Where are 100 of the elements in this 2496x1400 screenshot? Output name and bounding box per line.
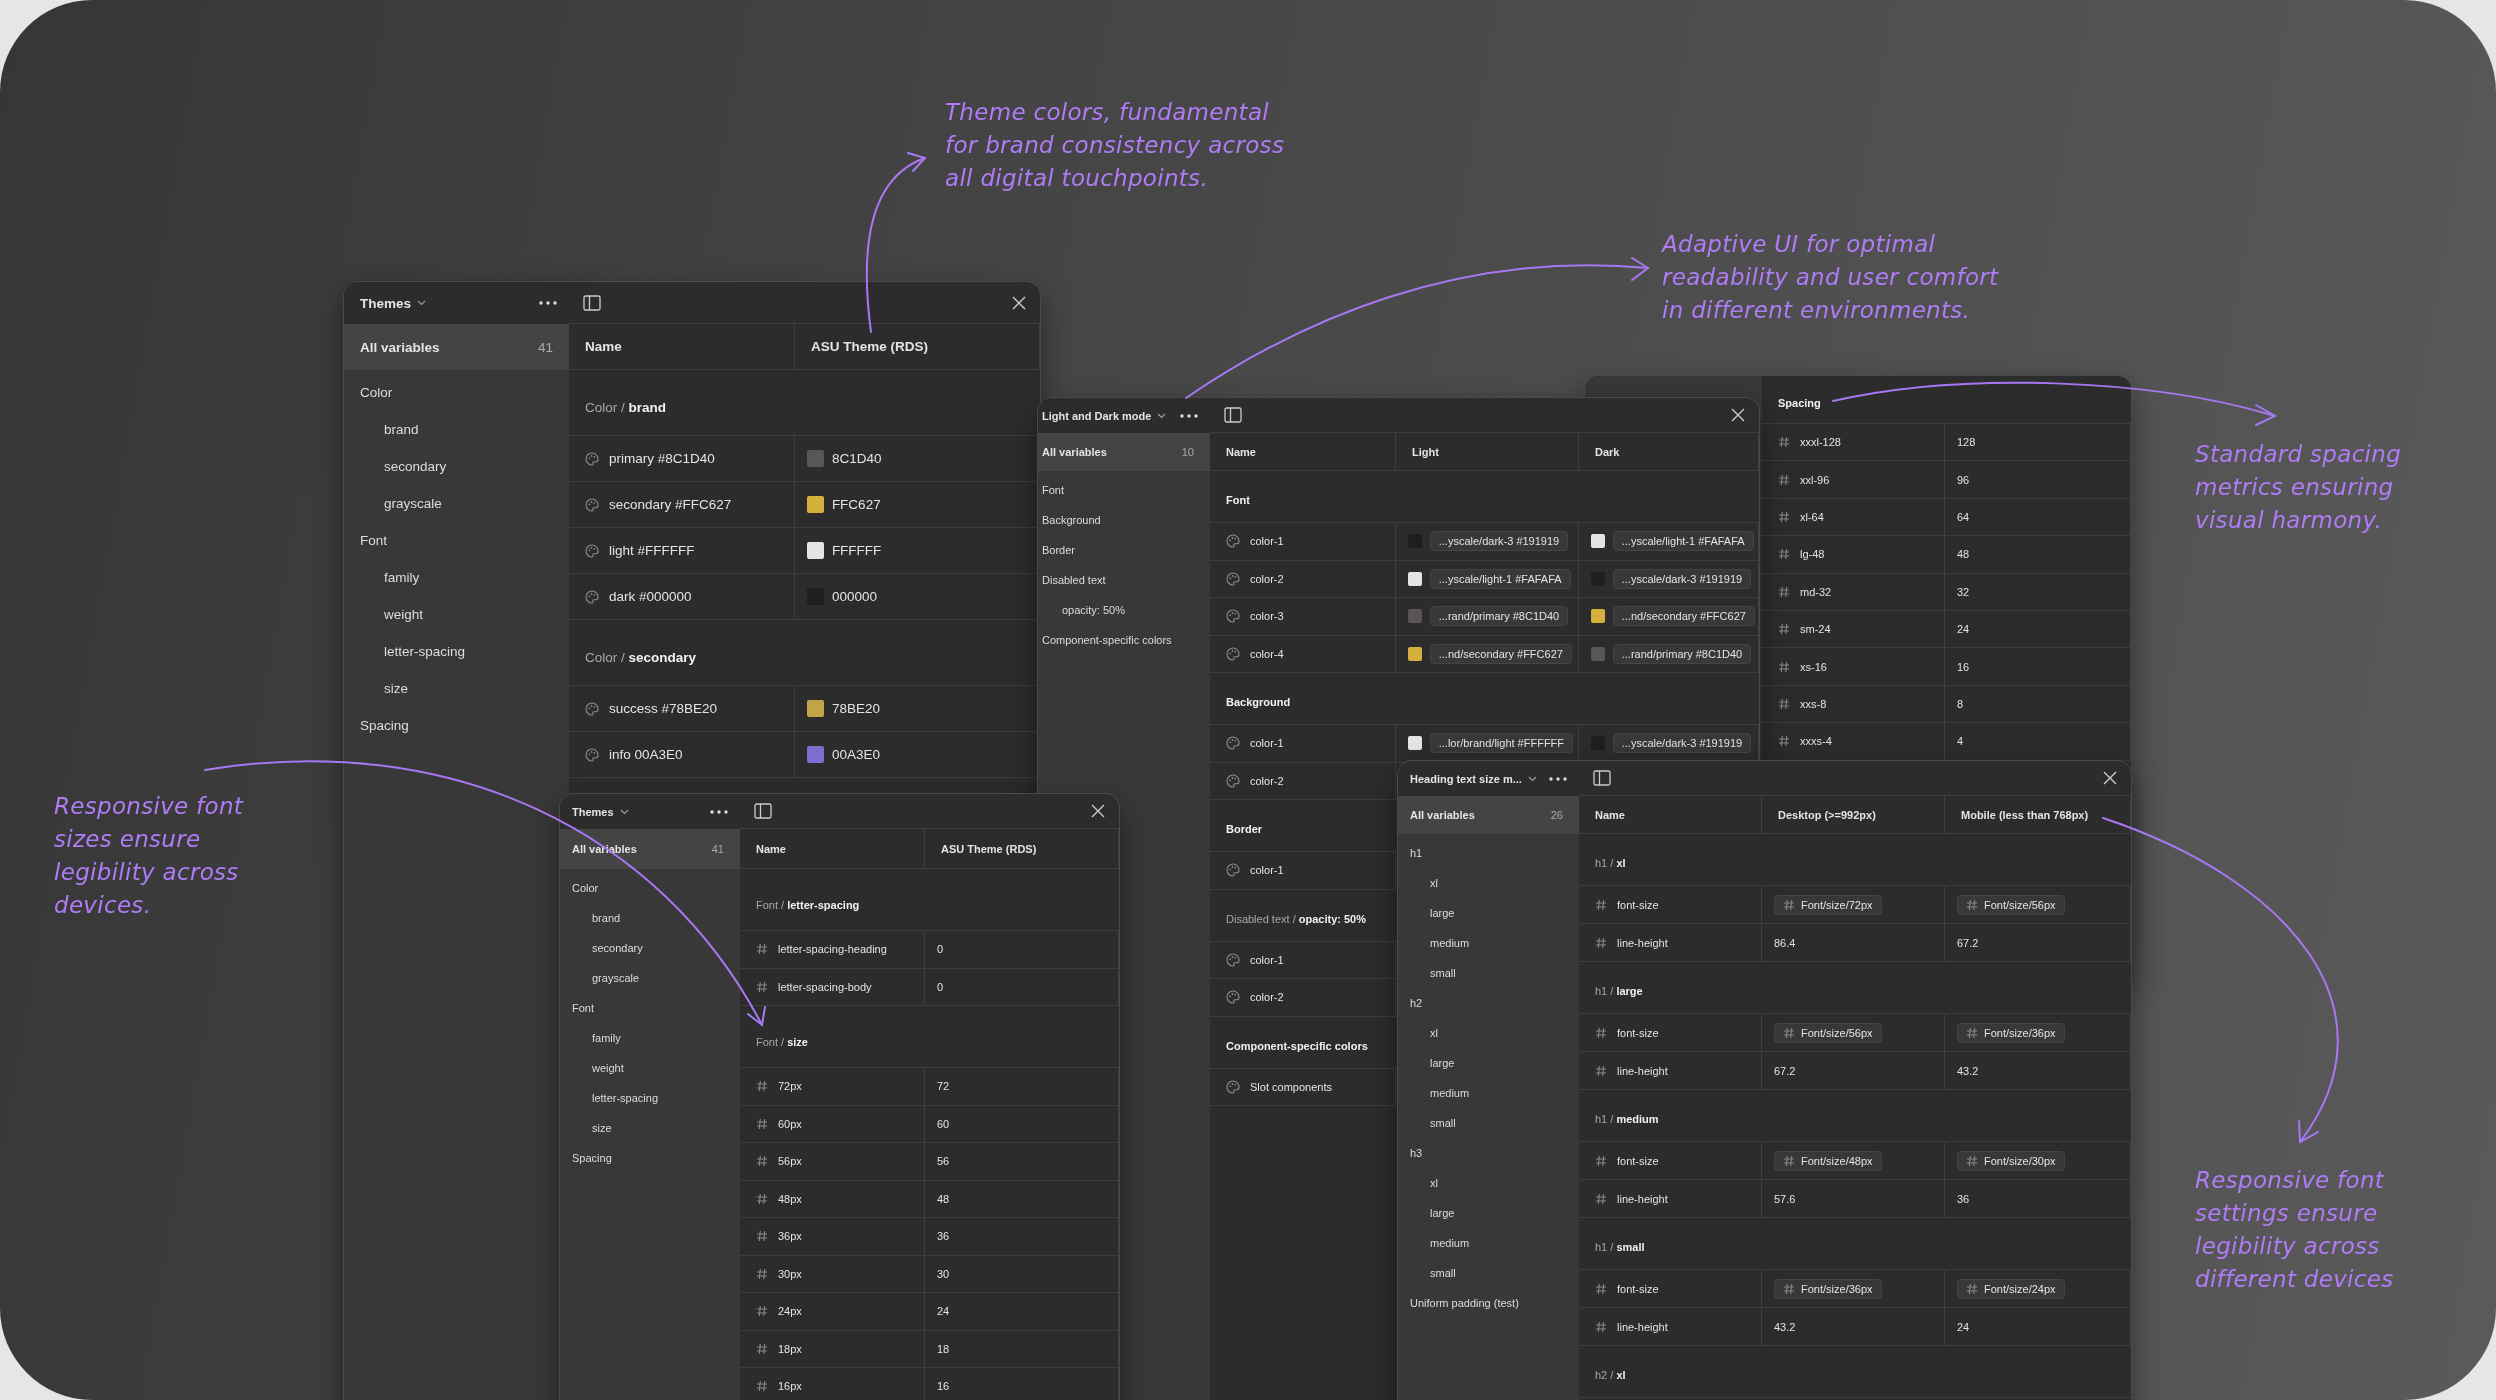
alias-chip[interactable]: ...nd/secondary #FFC627 [1612, 606, 1755, 627]
chevron-icon[interactable] [1157, 412, 1167, 419]
palette-icon [1226, 646, 1240, 661]
sidebar-item[interactable]: xl [1430, 1027, 1438, 1039]
alias-chip[interactable]: ...nd/secondary #FFC627 [1429, 643, 1572, 664]
sidebar-item[interactable]: Border [1042, 544, 1076, 556]
sidebar-item[interactable]: grayscale [384, 496, 442, 511]
variable-value: FFFFFF [831, 543, 882, 558]
variable-name: line-height [1617, 1320, 1668, 1333]
sidebar-item[interactable]: large [1430, 907, 1455, 919]
variable-value: 0 [937, 943, 944, 956]
sidebar-item[interactable]: Background [1042, 514, 1101, 526]
close-icon[interactable] [1731, 408, 1745, 422]
section-title: Disabled text / opacity: 50% [1226, 912, 1366, 925]
sidebar-item[interactable]: h1 [1410, 847, 1423, 859]
alias-chip[interactable]: Font/size/48px [1774, 1150, 1882, 1171]
sidebar-item[interactable]: Font [360, 533, 387, 548]
sidebar-item[interactable]: letter-spacing [592, 1092, 659, 1104]
sidebar-item[interactable]: weight [384, 607, 424, 622]
sidebar-item[interactable]: small [1430, 1117, 1456, 1129]
section-title: h1 / xl [1595, 857, 1626, 870]
sidebar-item[interactable]: large [1430, 1057, 1455, 1069]
sidebar-item[interactable]: xl [1430, 1177, 1438, 1189]
more-icon[interactable] [710, 809, 728, 814]
chevron-icon[interactable] [417, 300, 427, 306]
sidebar-item[interactable]: medium [1430, 1087, 1470, 1099]
alias-chip[interactable]: Font/size/72px [1774, 894, 1882, 915]
sidebar-item[interactable]: letter-spacing [384, 644, 466, 659]
variable-value: 43.2 [1957, 1064, 1979, 1077]
section-title: h2 / xl [1595, 1369, 1626, 1382]
palette-icon [585, 543, 599, 558]
sidebar-item[interactable]: small [1430, 967, 1456, 979]
close-icon[interactable] [1012, 295, 1026, 310]
collection-name[interactable]: Themes [360, 295, 412, 311]
sidebar-item[interactable]: Uniform padding (test) [1410, 1297, 1519, 1309]
sidebar-item[interactable]: opacity: 50% [1062, 604, 1125, 616]
alias-chip[interactable]: ...rand/primary #8C1D40 [1612, 643, 1752, 664]
more-icon[interactable] [539, 301, 557, 305]
close-icon[interactable] [2103, 771, 2117, 785]
sidebar-item[interactable]: Color [572, 882, 599, 894]
sidebar-item[interactable]: family [592, 1032, 621, 1044]
variable-name: sm-24 [1800, 623, 1831, 636]
sidebar-toggle-icon[interactable] [583, 294, 601, 311]
sidebar-item[interactable]: brand [592, 912, 621, 924]
alias-chip[interactable]: ...yscale/dark-3 #191919 [1612, 733, 1752, 754]
alias-chip[interactable]: ...lor/brand/light #FFFFFF [1429, 733, 1574, 754]
chevron-icon[interactable] [1527, 775, 1537, 782]
alias-chip[interactable]: Font/size/30px [1957, 1150, 2065, 1171]
all-variables-item[interactable]: All variables 41 [344, 324, 569, 370]
sidebar-item[interactable]: secondary [384, 459, 447, 474]
sidebar-item[interactable]: medium [1430, 1237, 1470, 1249]
sidebar-item[interactable]: xl [1430, 877, 1438, 889]
sidebar-item[interactable]: Font [572, 1002, 594, 1014]
alias-chip[interactable]: ...yscale/dark-3 #191919 [1429, 531, 1569, 552]
alias-chip[interactable]: ...yscale/dark-3 #191919 [1612, 568, 1752, 589]
all-variables-item[interactable]: All variables 26 [1398, 796, 1579, 834]
alias-chip[interactable]: Font/size/56px [1957, 894, 2065, 915]
variable-value: 00A3E0 [831, 747, 880, 762]
variable-value: 48 [937, 1192, 950, 1205]
all-variables-item[interactable]: All variables 10 [1038, 433, 1210, 471]
sidebar-item[interactable]: large [1430, 1207, 1455, 1219]
sidebar-item[interactable]: Component-specific colors [1042, 634, 1172, 646]
section-title: Background [1226, 696, 1291, 709]
sidebar-item[interactable]: h3 [1410, 1147, 1423, 1159]
alias-chip[interactable]: ...rand/primary #8C1D40 [1429, 606, 1569, 627]
alias-chip[interactable]: Font/size/36px [1774, 1278, 1882, 1299]
sidebar-toggle-icon[interactable] [1593, 770, 1611, 786]
sidebar-item[interactable]: small [1430, 1267, 1456, 1279]
more-icon[interactable] [1549, 776, 1567, 781]
sidebar-toggle-icon[interactable] [754, 803, 772, 819]
hash-icon [756, 1117, 768, 1130]
collection-name[interactable]: Themes [572, 805, 614, 818]
sidebar-item[interactable]: Font [1042, 484, 1064, 496]
sidebar-item[interactable]: medium [1430, 937, 1470, 949]
sidebar-item[interactable]: Disabled text [1042, 574, 1106, 586]
sidebar-item[interactable]: weight [592, 1062, 624, 1074]
close-icon[interactable] [1091, 804, 1105, 818]
alias-chip[interactable]: ...yscale/light-1 #FAFAFA [1429, 568, 1571, 589]
alias-chip[interactable]: ...yscale/light-1 #FAFAFA [1612, 531, 1754, 552]
section-title: Spacing [1778, 396, 1821, 409]
sidebar-item[interactable]: grayscale [592, 972, 640, 984]
sidebar-toggle-icon[interactable] [1224, 407, 1242, 423]
variable-value: 16 [937, 1380, 950, 1393]
more-icon[interactable] [1180, 413, 1198, 418]
sidebar-item[interactable]: Color [360, 385, 393, 400]
sidebar-item[interactable]: size [592, 1122, 612, 1134]
sidebar-item[interactable]: family [384, 570, 420, 585]
sidebar-item[interactable]: size [384, 681, 408, 696]
sidebar-item[interactable]: secondary [592, 942, 643, 954]
alias-chip[interactable]: Font/size/24px [1957, 1278, 2065, 1299]
column-header: Name [756, 842, 786, 855]
sidebar-item[interactable]: brand [384, 422, 419, 437]
hash-icon [1778, 735, 1790, 748]
alias-chip[interactable]: Font/size/36px [1957, 1022, 2065, 1043]
column-header: Desktop (>=992px) [1778, 808, 1876, 821]
sidebar-item[interactable]: Spacing [572, 1152, 612, 1164]
alias-chip[interactable]: Font/size/56px [1774, 1022, 1882, 1043]
chevron-icon[interactable] [619, 808, 629, 815]
sidebar-item[interactable]: Spacing [360, 718, 409, 733]
sidebar-item[interactable]: h2 [1410, 997, 1423, 1009]
